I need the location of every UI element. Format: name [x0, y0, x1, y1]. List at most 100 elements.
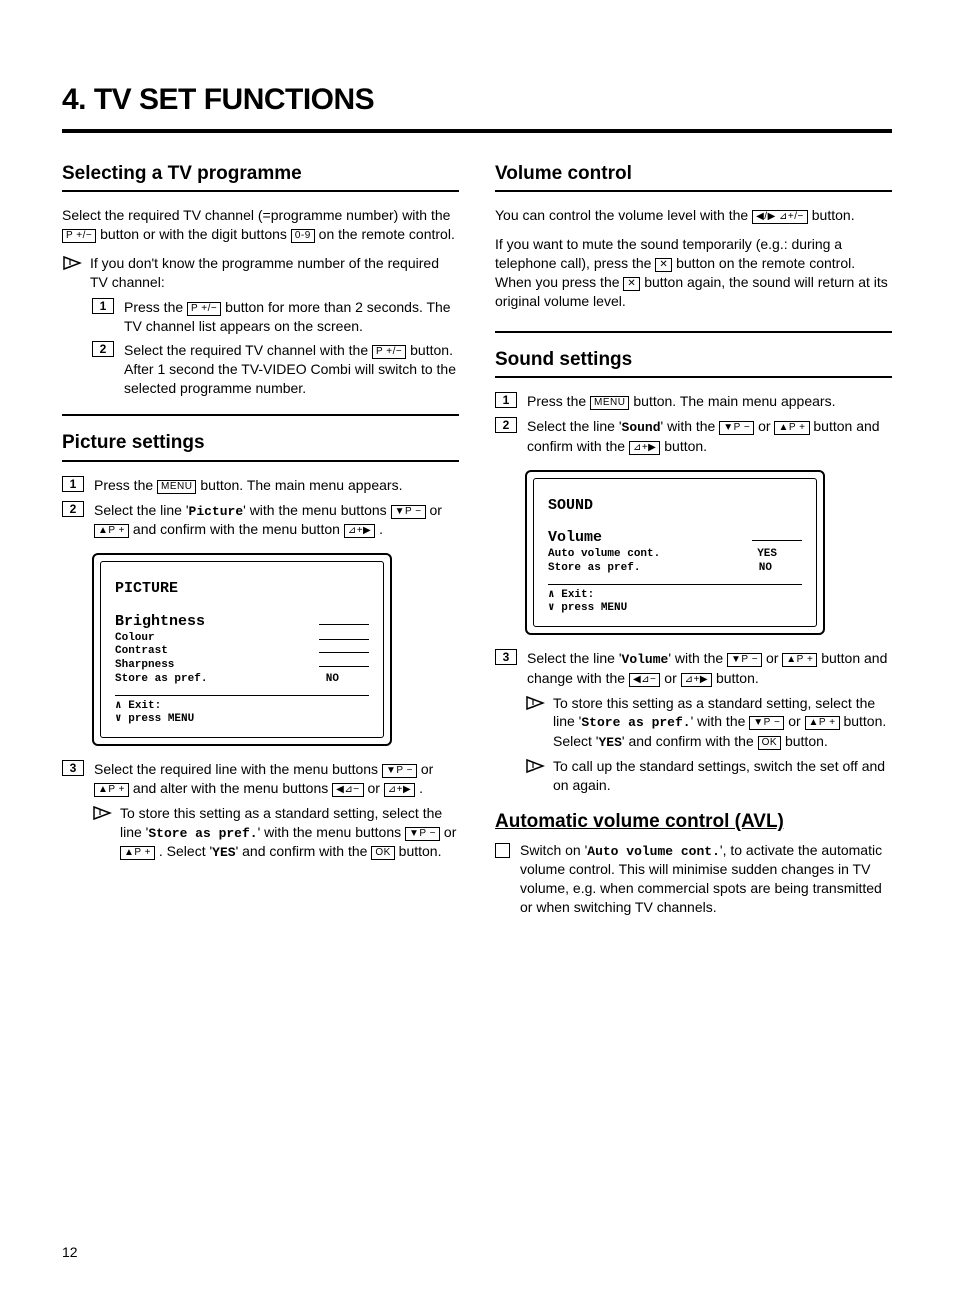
osd-sound: SOUND Volume Auto volume cont.YES Store …: [525, 470, 825, 636]
picture-step-1: 1 Press the MENU button. The main menu a…: [62, 476, 459, 495]
step-number: 1: [62, 476, 84, 492]
p-plus-minus-button: P +/−: [62, 229, 96, 243]
text: button.: [664, 438, 707, 454]
two-column-layout: Selecting a TV programme Select the requ…: [62, 161, 892, 924]
step-number: 1: [92, 298, 114, 314]
checkbox-icon: [495, 843, 510, 858]
text: Select the line ': [527, 418, 622, 434]
mono-yes: YES: [598, 735, 621, 750]
text: ' with the menu buttons: [258, 824, 405, 840]
step-2: 2 Select the required TV channel with th…: [92, 341, 459, 398]
rule: [495, 190, 892, 192]
osd-separator: [548, 584, 802, 585]
text: ' and confirm with the: [622, 733, 758, 749]
text: Select the line ': [527, 650, 622, 666]
text: or: [766, 650, 782, 666]
mono-sound: Sound: [622, 420, 661, 435]
text: ' and confirm with the: [236, 843, 372, 859]
text: or: [367, 780, 383, 796]
text: button. The main menu appears.: [633, 393, 835, 409]
up-p-plus-button: ▲P +: [774, 421, 809, 435]
mono-store: Store as pref.: [581, 715, 690, 730]
text: button or with the digit buttons: [100, 226, 291, 242]
text: button.: [410, 342, 453, 358]
text: .: [379, 521, 383, 537]
text: Select the line ': [94, 502, 189, 518]
osd-row: Auto volume cont.: [548, 548, 660, 562]
osd-row: Colour: [115, 632, 155, 646]
note-text: If you don't know the programme number o…: [90, 254, 459, 292]
text: button.: [399, 843, 442, 859]
up-p-plus-button: ▲P +: [94, 783, 129, 797]
text: or: [444, 824, 456, 840]
text: or: [788, 713, 804, 729]
text: ' with the: [661, 418, 720, 434]
osd-separator: [115, 695, 369, 696]
slider-icon: [319, 624, 369, 625]
osd-row: Sharpness: [115, 659, 174, 673]
step-number: 3: [495, 649, 517, 665]
main-rule: [62, 129, 892, 133]
heading-select-programme: Selecting a TV programme: [62, 161, 459, 187]
down-p-minus-button: ▼P −: [391, 505, 426, 519]
tip: To store this setting as a standard sett…: [92, 804, 459, 862]
text: or: [664, 670, 680, 686]
slider-icon: [319, 666, 369, 667]
text: To call up the standard settings, switch…: [553, 757, 892, 795]
text: ' with the: [691, 713, 750, 729]
step-number: 2: [92, 341, 114, 357]
main-title: 4. TV SET FUNCTIONS: [62, 80, 892, 121]
picture-step-2: 2 Select the line 'Picture' with the men…: [62, 501, 459, 539]
menu-button: MENU: [590, 396, 629, 410]
ok-button: OK: [758, 736, 781, 750]
step-number: 2: [495, 417, 517, 433]
vol-left-button: ◀⊿−: [629, 673, 660, 687]
vol-right-button: ⊿+▶: [344, 524, 375, 538]
down-p-minus-button: ▼P −: [749, 716, 784, 730]
vol-right-button: ⊿+▶: [629, 441, 660, 455]
text: ' with the menu buttons: [243, 502, 390, 518]
page-number: 12: [62, 1243, 78, 1262]
paragraph: If you want to mute the sound temporaril…: [495, 235, 892, 311]
mono-avl: Auto volume cont.: [587, 844, 720, 859]
up-p-plus-button: ▲P +: [782, 653, 817, 667]
avl-item: Switch on 'Auto volume cont.', to activa…: [495, 841, 892, 917]
osd-exit2: ∨ press MENU: [115, 713, 369, 727]
text: or: [421, 761, 433, 777]
text: Press the: [124, 299, 187, 315]
note-triangle-icon: [62, 255, 82, 271]
down-p-minus-button: ▼P −: [382, 764, 417, 778]
mono-volume: Volume: [622, 652, 669, 667]
step-1: 1 Press the P +/− button for more than 2…: [92, 298, 459, 336]
text: .: [419, 780, 423, 796]
step-number: 3: [62, 760, 84, 776]
sound-step-1: 1 Press the MENU button. The main menu a…: [495, 392, 892, 411]
tip: To call up the standard settings, switch…: [525, 757, 892, 795]
p-plus-minus-button: P +/−: [372, 345, 406, 359]
osd-store-val: NO: [326, 673, 339, 687]
mute-button: ✕: [655, 258, 672, 272]
mono-yes: YES: [212, 845, 235, 860]
note-triangle-icon: [525, 758, 545, 774]
step-number: 2: [62, 501, 84, 517]
heading-picture-settings: Picture settings: [62, 430, 459, 456]
up-p-plus-button: ▲P +: [94, 524, 129, 538]
rule: [495, 331, 892, 333]
menu-button: MENU: [157, 480, 196, 494]
heading-sound-settings: Sound settings: [495, 347, 892, 373]
text: . Select ': [159, 843, 212, 859]
page: 4. TV SET FUNCTIONS Selecting a TV progr…: [0, 0, 954, 1302]
paragraph: Select the required TV channel (=program…: [62, 206, 459, 244]
heading-avl: Automatic volume control (AVL): [495, 809, 892, 835]
rule: [62, 460, 459, 462]
mono-store: Store as pref.: [148, 826, 257, 841]
mute-button: ✕: [623, 277, 640, 291]
sound-step-3: 3 Select the line 'Volume' with the ▼P −…: [495, 649, 892, 687]
text: or: [758, 418, 774, 434]
p-plus-minus-button: P +/−: [187, 302, 221, 316]
text: on the remote control.: [319, 226, 455, 242]
slider-icon: [319, 639, 369, 640]
text: Switch on ': [520, 842, 587, 858]
osd-exit1: ∧ Exit:: [548, 589, 802, 603]
slider-icon: [319, 652, 369, 653]
